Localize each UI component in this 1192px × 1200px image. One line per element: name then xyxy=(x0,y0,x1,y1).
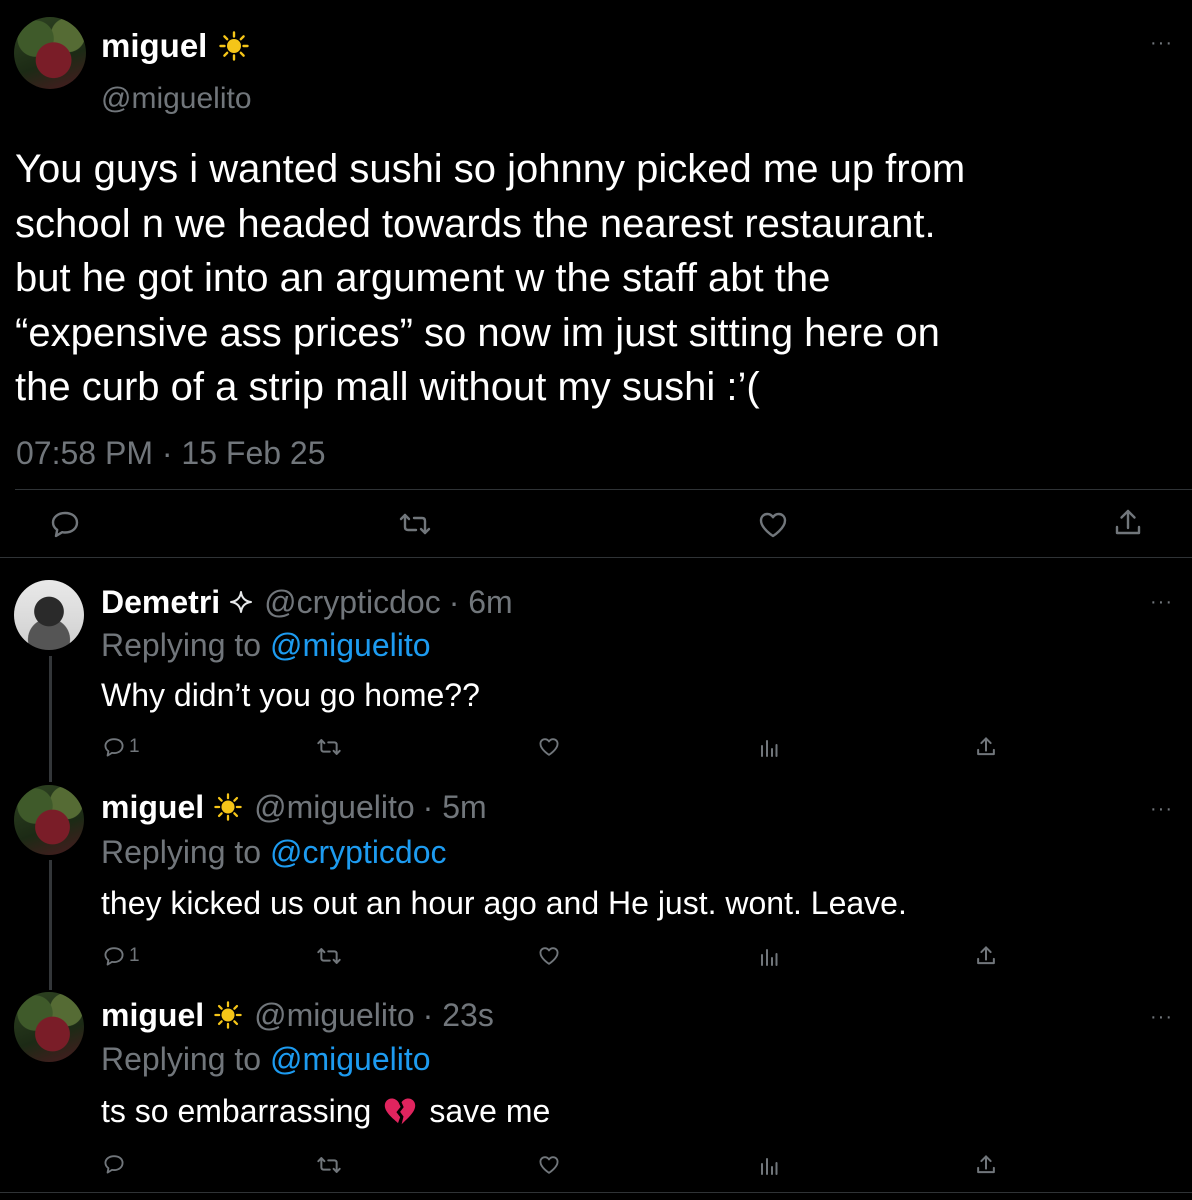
reply-time[interactable]: · 6m xyxy=(449,584,513,621)
replying-to-link[interactable]: @miguelito xyxy=(270,627,431,663)
reply-time[interactable]: · 23s xyxy=(423,997,494,1034)
replying-to: Replying to @miguelito xyxy=(101,1041,431,1078)
reply-action-reply[interactable]: 1 xyxy=(103,736,140,758)
divider xyxy=(0,1192,1192,1193)
retweet-icon[interactable] xyxy=(316,946,342,966)
reply-header: miguel @miguelito · 23s xyxy=(101,996,494,1034)
reply-icon[interactable] xyxy=(103,1154,125,1174)
display-name[interactable]: Demetri xyxy=(101,584,220,621)
tweet-text-line: You guys i wanted sushi so johnny picked… xyxy=(15,147,966,191)
reply-header: miguel @miguelito · 5m xyxy=(101,788,487,826)
avatar[interactable] xyxy=(14,785,84,855)
share-icon[interactable] xyxy=(976,1154,996,1176)
tweet-text-line: “expensive ass prices” so now im just si… xyxy=(15,310,940,355)
author-handle[interactable]: @miguelito xyxy=(254,789,415,826)
reply-text: ts so embarrassing save me xyxy=(101,1093,550,1130)
replying-to-link[interactable]: @miguelito xyxy=(270,1041,431,1077)
reply-text-part: save me xyxy=(429,1093,551,1129)
retweet-icon[interactable] xyxy=(398,511,432,537)
reply-icon xyxy=(103,737,125,757)
more-options-icon[interactable]: ··· xyxy=(1150,592,1173,612)
display-name[interactable]: miguel xyxy=(101,789,204,826)
sun-emoji xyxy=(214,1001,242,1029)
share-icon[interactable] xyxy=(976,945,996,967)
reply-icon xyxy=(103,946,125,966)
like-icon[interactable] xyxy=(538,737,560,757)
display-name[interactable]: miguel xyxy=(101,997,204,1034)
replying-to-label: Replying to xyxy=(101,834,262,870)
reply-text-part: ts so embarrassing xyxy=(101,1093,372,1129)
replying-to-label: Replying to xyxy=(101,1041,262,1077)
tweet-text-line: school n we headed towards the nearest r… xyxy=(15,201,936,246)
views-icon[interactable] xyxy=(760,738,778,758)
reply-count: 1 xyxy=(129,736,140,757)
reply-icon[interactable] xyxy=(50,510,80,538)
thread-line xyxy=(49,860,52,990)
share-icon[interactable] xyxy=(976,736,996,758)
author-handle[interactable]: @miguelito xyxy=(101,82,252,116)
avatar[interactable] xyxy=(14,580,84,650)
divider xyxy=(15,489,1192,490)
tweet-text: You guys i wanted sushi so johnny picked… xyxy=(15,142,965,415)
replying-to: Replying to @crypticdoc xyxy=(101,834,447,871)
sun-emoji xyxy=(219,31,250,61)
replying-to-label: Replying to xyxy=(101,627,262,663)
views-icon[interactable] xyxy=(760,947,778,967)
tweet-timestamp[interactable]: 07:58 PM · 15 Feb 25 xyxy=(16,435,326,472)
reply-text: they kicked us out an hour ago and He ju… xyxy=(101,885,907,921)
author-name-row: miguel xyxy=(101,26,250,66)
reply-header: Demetri @crypticdoc · 6m xyxy=(101,583,513,621)
more-options-icon[interactable]: ··· xyxy=(1150,33,1173,53)
reply-action-reply[interactable]: 1 xyxy=(103,945,140,967)
share-icon[interactable] xyxy=(1114,508,1142,538)
like-icon[interactable] xyxy=(538,1155,560,1175)
replying-to: Replying to @miguelito xyxy=(101,627,431,664)
thread-line xyxy=(49,656,52,782)
like-icon[interactable] xyxy=(758,511,788,539)
views-icon[interactable] xyxy=(760,1156,778,1176)
avatar[interactable] xyxy=(14,17,86,89)
divider xyxy=(0,557,1192,558)
author-handle[interactable]: @miguelito xyxy=(254,997,415,1034)
reply-count: 1 xyxy=(129,945,140,966)
tweet-text-line: but he got into an argument w the staff … xyxy=(15,256,831,300)
replying-to-link[interactable]: @crypticdoc xyxy=(270,834,447,870)
tweet-text-line: the curb of a strip mall without my sush… xyxy=(15,365,760,409)
more-options-icon[interactable]: ··· xyxy=(1150,799,1173,819)
retweet-icon[interactable] xyxy=(316,737,342,757)
like-icon[interactable] xyxy=(538,946,560,966)
author-handle[interactable]: @crypticdoc xyxy=(264,584,441,621)
avatar[interactable] xyxy=(14,992,84,1062)
sparkle-icon xyxy=(228,589,254,615)
more-options-icon[interactable]: ··· xyxy=(1150,1007,1173,1027)
reply-text: Why didn’t you go home?? xyxy=(101,677,480,713)
display-name[interactable]: miguel xyxy=(101,27,207,65)
broken-heart-emoji xyxy=(383,1096,417,1128)
reply-time[interactable]: · 5m xyxy=(423,789,487,826)
sun-emoji xyxy=(214,793,242,821)
retweet-icon[interactable] xyxy=(316,1155,342,1175)
